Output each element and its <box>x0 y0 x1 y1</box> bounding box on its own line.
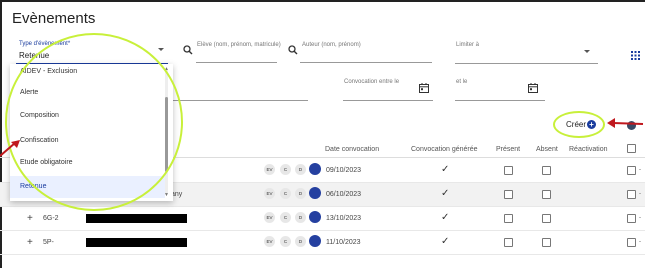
annotation-oval <box>5 33 183 211</box>
document-icon[interactable] <box>309 163 321 175</box>
present-checkbox[interactable] <box>504 190 513 199</box>
date-cell: 11/10/2023 <box>326 239 361 246</box>
d-badge[interactable]: D <box>295 212 306 223</box>
row-checkbox[interactable] <box>627 190 636 199</box>
chevron-down-icon[interactable] <box>584 50 590 53</box>
expand-icon[interactable]: + <box>27 213 33 224</box>
redacted-name <box>86 238 187 247</box>
check-icon: ✓ <box>441 236 450 247</box>
extra-filter-underline <box>173 100 308 101</box>
d-badge[interactable]: D <box>295 164 306 175</box>
absent-checkbox[interactable] <box>542 238 551 247</box>
convocation-to-label: et le <box>456 79 468 85</box>
select-all-checkbox[interactable] <box>627 144 636 153</box>
date-cell: 06/10/2023 <box>326 191 362 198</box>
c-badge[interactable]: C <box>280 236 291 247</box>
c-badge[interactable]: C <box>280 188 291 199</box>
limiter-label: Limiter à <box>456 42 480 48</box>
present-checkbox[interactable] <box>504 238 513 247</box>
page-title: Evènements <box>12 10 96 27</box>
redacted-name <box>86 214 187 223</box>
convocation-from-label: Convocation entre le <box>344 79 400 85</box>
ev-badge[interactable]: EV <box>264 164 275 175</box>
class-cell: 6G-2 <box>43 215 59 222</box>
class-cell: 5P- <box>43 239 54 246</box>
document-icon[interactable] <box>309 235 321 247</box>
calendar-icon[interactable] <box>419 83 429 93</box>
chevron-down-icon[interactable] <box>158 48 164 51</box>
scroll-down-icon[interactable]: ▼ <box>164 192 169 198</box>
search-icon <box>183 45 193 55</box>
ev-badge[interactable]: EV <box>264 236 275 247</box>
absent-checkbox[interactable] <box>542 166 551 175</box>
c-badge[interactable]: C <box>280 164 291 175</box>
row-checkbox[interactable] <box>627 166 636 175</box>
auteur-search-underline <box>300 62 432 63</box>
ev-badge[interactable]: EV <box>264 212 275 223</box>
expand-icon[interactable]: + <box>27 237 33 248</box>
calendar-icon[interactable] <box>528 83 538 93</box>
check-icon: ✓ <box>441 164 450 175</box>
search-icon <box>288 45 298 55</box>
document-icon[interactable] <box>309 211 321 223</box>
convocation-to-input[interactable] <box>455 100 545 101</box>
col-present[interactable]: Présent <box>496 146 520 153</box>
date-cell: 13/10/2023 <box>326 215 362 222</box>
d-badge[interactable]: D <box>295 236 306 247</box>
annotation-arrow-icon <box>0 140 20 157</box>
grid-icon[interactable] <box>631 51 640 60</box>
col-date[interactable]: Date convocation <box>325 146 379 153</box>
date-cell: 09/10/2023 <box>326 167 362 174</box>
absent-checkbox[interactable] <box>542 214 551 223</box>
absent-checkbox[interactable] <box>542 190 551 199</box>
row-checkbox[interactable] <box>627 238 636 247</box>
auteur-search-input[interactable]: Auteur (nom, prénom) <box>302 42 361 48</box>
c-badge[interactable]: C <box>280 212 291 223</box>
col-reactivation[interactable]: Réactivation <box>569 146 608 153</box>
table-row[interactable]: + 5P- EV C D 11/10/2023 ✓ - <box>0 231 645 255</box>
present-checkbox[interactable] <box>504 214 513 223</box>
col-generee[interactable]: Convocation générée <box>411 146 478 153</box>
eleve-search-input[interactable]: Elève (nom, prénom, matricule) <box>197 42 281 48</box>
present-checkbox[interactable] <box>504 166 513 175</box>
check-icon: ✓ <box>441 212 450 223</box>
annotation-arrow-icon <box>607 118 644 128</box>
d-badge[interactable]: D <box>295 188 306 199</box>
ev-badge[interactable]: EV <box>264 188 275 199</box>
row-checkbox[interactable] <box>627 214 636 223</box>
annotation-circle <box>553 111 605 138</box>
convocation-from-input[interactable] <box>343 100 433 101</box>
col-absent[interactable]: Absent <box>536 146 558 153</box>
document-icon[interactable] <box>309 187 321 199</box>
limiter-select[interactable] <box>455 63 598 64</box>
eleve-search-underline <box>196 62 277 63</box>
check-icon: ✓ <box>441 188 450 199</box>
